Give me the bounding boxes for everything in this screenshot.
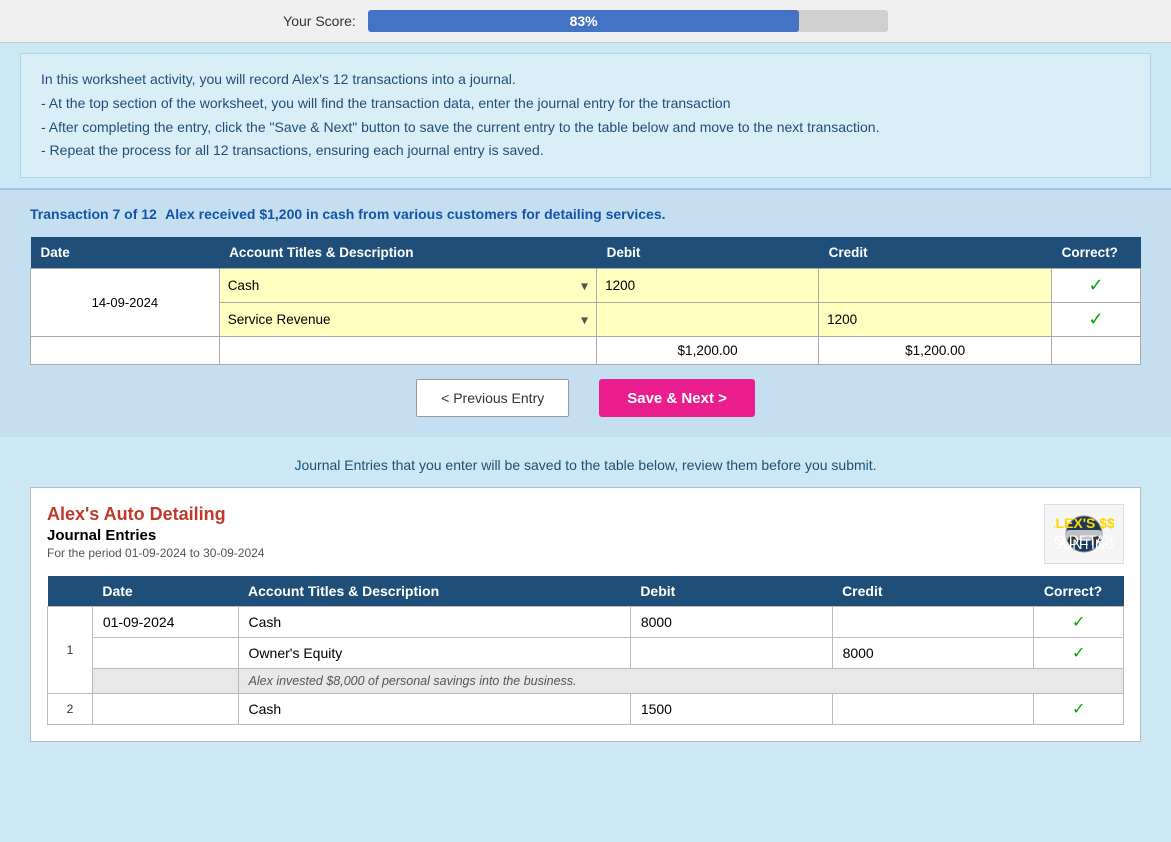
debit-input-2[interactable] (597, 306, 818, 333)
entry-correct-cash2: ✓ (1034, 694, 1124, 725)
journal-period: For the period 01-09-2024 to 30-09-2024 (47, 546, 264, 560)
journal-header-row: Alex's Auto Detailing Journal Entries Fo… (47, 504, 1124, 570)
debit-cell-2[interactable] (597, 303, 819, 337)
credit-input-1[interactable] (819, 272, 1051, 299)
desc-text: Alex invested $8,000 of personal savings… (238, 669, 1123, 694)
entry-credit-cash2 (832, 694, 1034, 725)
check-icon-j3: ✓ (1044, 699, 1113, 719)
entry-correct-cash: ✓ (1034, 607, 1124, 638)
journal-subtitle: Journal Entries that you enter will be s… (30, 457, 1141, 473)
total-empty-correct (1052, 337, 1141, 365)
journal-company: Alex's Auto Detailing (47, 504, 264, 525)
instruction-line2: - At the top section of the worksheet, y… (41, 92, 1130, 116)
score-bar-container: 83% (368, 10, 888, 32)
buttons-row: < Previous Entry Save & Next > (30, 379, 1141, 417)
jcol-credit: Credit (832, 576, 1034, 607)
total-empty-date (31, 337, 220, 365)
jcol-account: Account Titles & Description (238, 576, 630, 607)
jcol-correct: Correct? (1034, 576, 1124, 607)
entry-account-cash: Cash (238, 607, 630, 638)
jcol-num (48, 576, 93, 607)
check-icon-j2: ✓ (1044, 643, 1113, 663)
entry-debit-cash2: 1500 (630, 694, 832, 725)
journal-table: Date Account Titles & Description Debit … (47, 576, 1124, 725)
debit-cell-1[interactable] (597, 269, 819, 303)
journal-section: Journal Entries that you enter will be s… (0, 441, 1171, 762)
score-label: Your Score: (283, 13, 356, 29)
col-correct-header: Correct? (1052, 237, 1141, 269)
transaction-description: Alex received $1,200 in cash from variou… (165, 206, 665, 222)
account-select-wrapper-2[interactable]: Service Revenue Cash (220, 306, 596, 333)
save-next-button[interactable]: Save & Next > (599, 379, 755, 417)
transaction-number: Transaction 7 of 12 (30, 206, 157, 222)
correct-cell-2: ✓ (1052, 303, 1141, 337)
desc-date (92, 669, 238, 694)
entry-account-equity: Owner's Equity (238, 638, 630, 669)
entry-debit-equity (630, 638, 832, 669)
entry-table: Date Account Titles & Description Debit … (30, 237, 1141, 365)
svg-text:ACCOUNTING LAB: ACCOUNTING LAB (1054, 536, 1114, 552)
entry-credit-equity: 8000 (832, 638, 1034, 669)
score-bar-fill: 83% (368, 10, 800, 32)
account-cell-1: Cash Service Revenue (219, 269, 596, 303)
account-cell-2: Service Revenue Cash (219, 303, 596, 337)
col-debit-header: Debit (597, 237, 819, 269)
table-row: 2 Cash 1500 ✓ (48, 694, 1124, 725)
table-row: 1 01-09-2024 Cash 8000 ✓ (48, 607, 1124, 638)
entry-date-2 (92, 694, 238, 725)
col-account-header: Account Titles & Description (219, 237, 596, 269)
account-dropdown-1[interactable]: Cash Service Revenue (220, 272, 596, 299)
journal-title-text: Journal Entries (47, 527, 264, 544)
entry-num-2: 2 (48, 694, 93, 725)
table-row: 14-09-2024 Cash Service Revenue (31, 269, 1141, 303)
total-row: $1,200.00 $1,200.00 (31, 337, 1141, 365)
credit-cell-1[interactable] (819, 269, 1052, 303)
credit-input-2[interactable] (819, 306, 1051, 333)
svg-text:ALEX'S $$$: ALEX'S $$$ (1054, 515, 1114, 531)
checkmark-icon-2: ✓ (1089, 309, 1104, 329)
logo-svg: ALEX'S $$$ AUTO DETAILING ACCOUNTING LAB (1054, 514, 1114, 554)
instructions-box: In this worksheet activity, you will rec… (20, 53, 1151, 178)
entry-num-1: 1 (48, 607, 93, 694)
score-section: Your Score: 83% (0, 0, 1171, 43)
correct-cell-1: ✓ (1052, 269, 1141, 303)
account-dropdown-2[interactable]: Service Revenue Cash (220, 306, 596, 333)
journal-box: Alex's Auto Detailing Journal Entries Fo… (30, 487, 1141, 742)
previous-button[interactable]: < Previous Entry (416, 379, 569, 417)
instruction-line4: - Repeat the process for all 12 transact… (41, 139, 1130, 163)
checkmark-icon-1: ✓ (1089, 275, 1104, 295)
score-percent: 83% (570, 13, 598, 29)
total-credit: $1,200.00 (819, 337, 1052, 365)
transaction-section: Transaction 7 of 12 Alex received $1,200… (0, 188, 1171, 437)
entry-date-1b (92, 638, 238, 669)
table-row: Owner's Equity 8000 ✓ (48, 638, 1124, 669)
total-empty-account (219, 337, 596, 365)
check-icon-j1: ✓ (1044, 612, 1113, 632)
col-credit-header: Credit (819, 237, 1052, 269)
entry-debit-cash: 8000 (630, 607, 832, 638)
account-select-wrapper-1[interactable]: Cash Service Revenue (220, 272, 596, 299)
entry-correct-equity: ✓ (1034, 638, 1124, 669)
entry-date: 14-09-2024 (31, 269, 220, 337)
jcol-date: Date (92, 576, 238, 607)
instruction-line1: In this worksheet activity, you will rec… (41, 68, 1130, 92)
total-debit: $1,200.00 (597, 337, 819, 365)
company-logo: ALEX'S $$$ AUTO DETAILING ACCOUNTING LAB (1044, 504, 1124, 564)
entry-account-cash2: Cash (238, 694, 630, 725)
debit-input-1[interactable] (597, 272, 818, 299)
journal-header-left: Alex's Auto Detailing Journal Entries Fo… (47, 504, 264, 570)
col-date-header: Date (31, 237, 220, 269)
entry-credit-cash (832, 607, 1034, 638)
instruction-line3: - After completing the entry, click the … (41, 116, 1130, 140)
entry-date-1: 01-09-2024 (92, 607, 238, 638)
table-row: Alex invested $8,000 of personal savings… (48, 669, 1124, 694)
transaction-header: Transaction 7 of 12 Alex received $1,200… (30, 206, 1141, 223)
credit-cell-2[interactable] (819, 303, 1052, 337)
journal-table-header: Date Account Titles & Description Debit … (48, 576, 1124, 607)
jcol-debit: Debit (630, 576, 832, 607)
